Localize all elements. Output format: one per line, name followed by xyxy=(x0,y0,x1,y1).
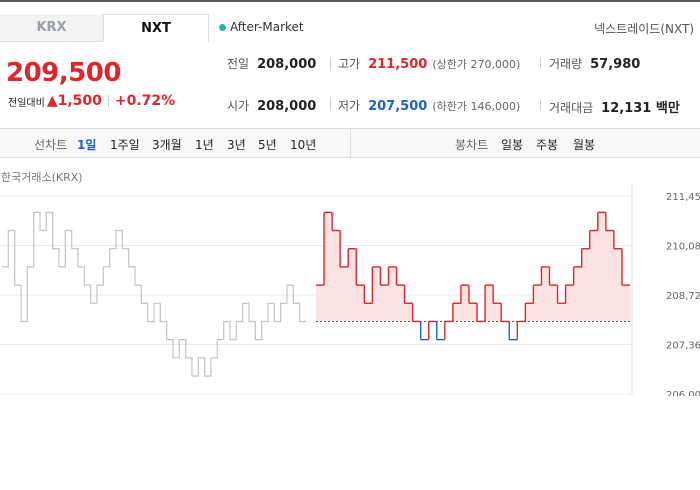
divider xyxy=(540,99,541,111)
toolbar-divider xyxy=(350,129,351,157)
y-tick-label: 206,005 xyxy=(666,390,700,396)
stat-trade-value: 거래대금 12,131 백만 xyxy=(549,97,680,116)
area-fill-segment xyxy=(372,266,381,322)
divider xyxy=(330,57,331,69)
area-fill-segment xyxy=(452,303,462,322)
top-border xyxy=(0,0,700,2)
area-fill-segment xyxy=(388,266,397,322)
area-fill-segment xyxy=(485,285,494,322)
area-fill-segment xyxy=(549,285,558,322)
area-fill-segment xyxy=(493,303,502,322)
stat-value: 12,131 백만 xyxy=(601,101,680,116)
price-change: 전일대비 ▲ 1,500 +0.72% xyxy=(8,93,175,109)
area-fill-segment xyxy=(324,212,333,322)
stat-volume: 거래량 57,980 xyxy=(549,55,640,72)
period-1d-button[interactable]: 1일 xyxy=(77,136,96,153)
area-fill-segment xyxy=(396,285,405,322)
after-market-label: After-Market xyxy=(230,20,304,34)
change-value: 1,500 xyxy=(57,93,102,109)
area-fill-segment xyxy=(541,266,550,322)
area-fill-segment xyxy=(348,248,357,322)
area-fill-segment xyxy=(340,266,349,322)
area-fill-segment xyxy=(589,230,599,322)
current-price: 209,500 xyxy=(6,58,121,88)
area-fill-segment xyxy=(356,285,365,322)
stat-value: 208,000 xyxy=(257,57,317,72)
upper-limit: (상한가 270,000) xyxy=(432,58,521,71)
divider xyxy=(330,99,331,111)
tab-nxt[interactable]: NXT xyxy=(104,14,209,42)
period-1y-button[interactable]: 1년 xyxy=(195,136,214,153)
area-fill-segment xyxy=(581,248,591,322)
divider xyxy=(107,95,109,107)
stat-label: 거래대금 xyxy=(549,101,594,115)
candle-daily-button[interactable]: 일봉 xyxy=(501,136,523,153)
area-fill-segment xyxy=(613,248,623,322)
area-fill-segment xyxy=(557,303,566,322)
area-fill-segment xyxy=(573,266,582,322)
stat-label: 고가 xyxy=(338,57,361,71)
period-10y-button[interactable]: 10년 xyxy=(290,136,316,153)
period-3m-button[interactable]: 3개월 xyxy=(152,136,182,153)
area-fill-segment xyxy=(525,303,534,322)
chart-toolbar: 선차트 1일 1주일 3개월 1년 3년 5년 10년 봉차트 일봉 주봉 월봉 xyxy=(0,128,700,158)
tab-krx[interactable]: KRX xyxy=(0,14,104,42)
up-arrow-icon: ▲ xyxy=(46,93,58,109)
stat-value: 57,980 xyxy=(590,57,641,72)
area-fill-segment xyxy=(565,285,574,322)
chart-source-label: 한국거래소(KRX) xyxy=(1,171,83,184)
line-chart-title: 선차트 xyxy=(34,138,68,152)
area-fill-segment xyxy=(533,285,542,322)
y-tick-label: 210,089 xyxy=(666,242,700,253)
after-market-indicator: After-Market xyxy=(219,20,304,34)
stat-label: 시가 xyxy=(227,99,250,113)
candle-chart-title: 봉차트 xyxy=(455,138,489,152)
divider xyxy=(540,57,541,69)
stat-value: 207,500 xyxy=(368,99,428,114)
area-fill-segment xyxy=(597,212,607,322)
nextrade-link[interactable]: 넥스트레이드(NXT) xyxy=(594,20,694,37)
stat-label: 거래량 xyxy=(549,57,583,71)
price-chart: 211,450 210,089 208,728 207,366 206,005 xyxy=(0,184,700,396)
lower-limit: (하한가 146,000) xyxy=(432,100,521,113)
stat-value: 208,000 xyxy=(257,99,317,114)
y-tick-label: 207,366 xyxy=(666,341,700,352)
stat-open: 시가 208,000 xyxy=(227,97,316,114)
stat-label: 전일 xyxy=(227,57,250,71)
area-fill-segment xyxy=(316,285,325,322)
area-fill-segment xyxy=(364,303,373,322)
candle-weekly-button[interactable]: 주봉 xyxy=(536,136,558,153)
period-5y-button[interactable]: 5년 xyxy=(258,136,277,153)
period-3y-button[interactable]: 3년 xyxy=(227,136,246,153)
change-label: 전일대비 xyxy=(8,97,45,109)
area-fill-segment xyxy=(332,230,341,322)
status-dot-icon xyxy=(219,23,226,31)
change-percent: +0.72% xyxy=(114,93,176,109)
period-1w-button[interactable]: 1주일 xyxy=(110,136,140,153)
stat-high: 고가 211,500 (상한가 270,000) xyxy=(338,55,520,72)
area-fill-segment xyxy=(460,285,470,322)
candle-monthly-button[interactable]: 월봉 xyxy=(573,136,595,153)
stat-value: 211,500 xyxy=(368,57,428,72)
stat-low: 저가 207,500 (하한가 146,000) xyxy=(338,97,520,114)
area-fill-segment xyxy=(380,285,389,322)
area-fill-segment xyxy=(621,285,631,322)
stat-prev-close: 전일 208,000 xyxy=(227,55,316,72)
area-fill-segment xyxy=(605,230,615,322)
y-tick-label: 208,728 xyxy=(666,291,700,302)
area-fill-segment xyxy=(404,303,413,322)
series-line-krx xyxy=(2,211,306,377)
stat-label: 저가 xyxy=(338,99,361,113)
y-tick-label: 211,450 xyxy=(666,192,700,203)
area-fill-segment xyxy=(468,303,478,322)
